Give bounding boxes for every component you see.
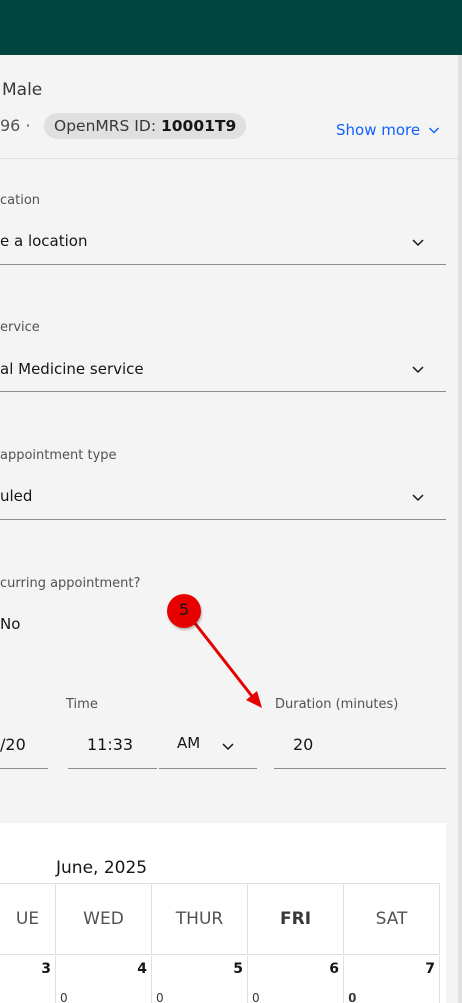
- step-marker: 5: [167, 594, 201, 628]
- annotation-arrow: [192, 621, 262, 708]
